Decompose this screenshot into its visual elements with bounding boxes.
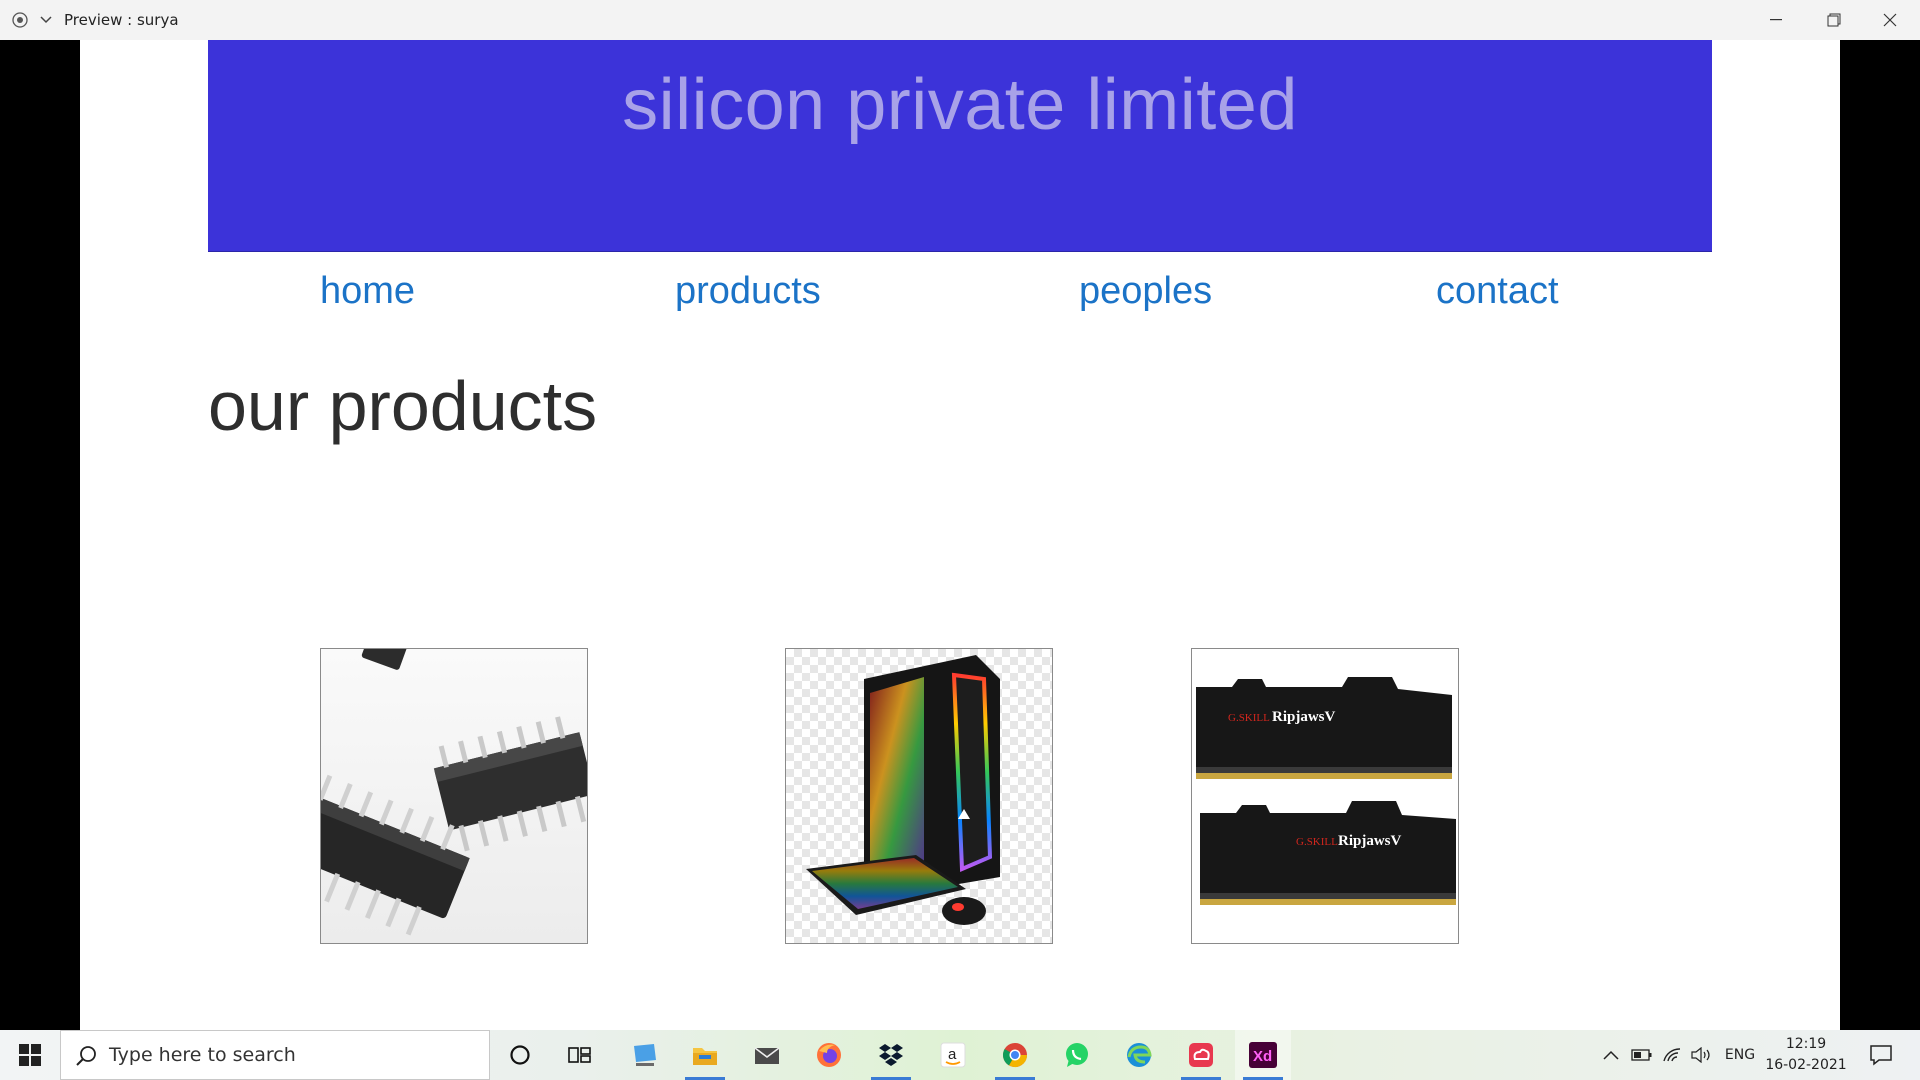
- adobe-xd-icon: Xd: [1249, 1042, 1277, 1068]
- taskbar-app-file-explorer[interactable]: [677, 1030, 733, 1080]
- chevron-down-icon[interactable]: [34, 0, 58, 40]
- whatsapp-icon: [1066, 1043, 1088, 1067]
- file-explorer-icon: [693, 1048, 717, 1065]
- nav-contact[interactable]: contact: [1436, 270, 1559, 313]
- notification-icon: [1870, 1045, 1892, 1066]
- firefox-icon: [817, 1043, 841, 1067]
- taskbar-app-mail[interactable]: [739, 1030, 795, 1080]
- product-card-ram[interactable]: G.SKILL RipjawsV G.SKILL RipjawsV: [1191, 648, 1459, 944]
- wifi-icon: [1663, 1048, 1681, 1062]
- desktop-icon: [634, 1044, 656, 1066]
- header-banner: silicon private limited: [208, 40, 1712, 252]
- taskbar: Type here to search a Xd ENG 12:19 16-02…: [0, 1030, 1920, 1080]
- svg-text:G.SKILL: G.SKILL: [1296, 836, 1338, 848]
- windows-logo-icon: [19, 1044, 41, 1066]
- nav-peoples[interactable]: peoples: [1079, 270, 1212, 313]
- window-title: Preview : surya: [64, 11, 179, 29]
- taskbar-app-amazon[interactable]: a: [925, 1030, 981, 1080]
- cortana-button[interactable]: [492, 1030, 548, 1080]
- product-card-ic-chips[interactable]: [320, 648, 588, 944]
- search-icon: [76, 1046, 96, 1066]
- section-title: our products: [208, 367, 598, 445]
- clock-date: 16-02-2021: [1765, 1057, 1847, 1073]
- start-button[interactable]: [2, 1030, 58, 1080]
- speaker-icon: [1691, 1047, 1710, 1063]
- close-button[interactable]: [1862, 0, 1918, 40]
- battery-icon: [1631, 1049, 1652, 1061]
- cortana-icon: [510, 1045, 530, 1065]
- svg-text:a: a: [948, 1046, 957, 1063]
- network-status[interactable]: [1658, 1030, 1686, 1080]
- clock-time: 12:19: [1785, 1036, 1827, 1052]
- task-view-icon: [568, 1047, 591, 1063]
- product-card-gaming-pc[interactable]: [785, 648, 1053, 944]
- svg-text:G.SKILL: G.SKILL: [1228, 712, 1270, 724]
- taskbar-app-adobe-xd[interactable]: Xd: [1235, 1030, 1291, 1080]
- svg-text:RipjawsV: RipjawsV: [1272, 709, 1336, 725]
- nav-home[interactable]: home: [320, 270, 415, 313]
- site-title: silicon private limited: [622, 65, 1298, 145]
- minimize-button[interactable]: [1748, 0, 1804, 40]
- battery-status[interactable]: [1628, 1030, 1656, 1080]
- artboard-preview: silicon private limited home products pe…: [80, 40, 1840, 1030]
- title-bar: Preview : surya: [0, 0, 1920, 40]
- creative-cloud-icon: [1189, 1043, 1213, 1067]
- edge-icon: [1127, 1043, 1152, 1067]
- task-view-button[interactable]: [552, 1030, 608, 1080]
- close-icon: [1883, 13, 1897, 27]
- taskbar-app-chrome[interactable]: [987, 1030, 1043, 1080]
- input-language[interactable]: ENG: [1720, 1030, 1760, 1080]
- taskbar-app-creative-cloud[interactable]: [1173, 1030, 1229, 1080]
- action-center-button[interactable]: [1856, 1030, 1906, 1080]
- volume-control[interactable]: [1688, 1030, 1716, 1080]
- restore-icon: [1827, 13, 1841, 27]
- svg-text:RipjawsV: RipjawsV: [1338, 833, 1402, 849]
- ic-chip-icon: [321, 649, 587, 936]
- show-hidden-icons-button[interactable]: [1598, 1030, 1624, 1080]
- mail-icon: [754, 1047, 780, 1064]
- search-placeholder: Type here to search: [109, 1044, 296, 1066]
- taskbar-app-firefox[interactable]: [801, 1030, 857, 1080]
- ram-module-icon: G.SKILL RipjawsV G.SKILL RipjawsV: [1196, 677, 1456, 905]
- clock[interactable]: 12:19 16-02-2021: [1764, 1030, 1848, 1080]
- taskbar-search-box[interactable]: Type here to search: [60, 1030, 490, 1080]
- restore-button[interactable]: [1806, 0, 1862, 40]
- taskbar-app-whatsapp[interactable]: [1049, 1030, 1105, 1080]
- chevron-up-icon: [1603, 1050, 1619, 1060]
- taskbar-app-desktop[interactable]: [616, 1030, 672, 1080]
- amazon-icon: a: [940, 1042, 966, 1068]
- minimize-icon: [1770, 19, 1782, 21]
- dropbox-icon: [879, 1044, 903, 1066]
- record-icon: [8, 0, 32, 40]
- gaming-pc-icon: [806, 655, 1000, 925]
- chrome-icon: [1002, 1043, 1027, 1068]
- svg-text:Xd: Xd: [1253, 1048, 1272, 1065]
- nav-products[interactable]: products: [675, 270, 821, 313]
- taskbar-app-edge[interactable]: [1111, 1030, 1167, 1080]
- taskbar-app-dropbox[interactable]: [863, 1030, 919, 1080]
